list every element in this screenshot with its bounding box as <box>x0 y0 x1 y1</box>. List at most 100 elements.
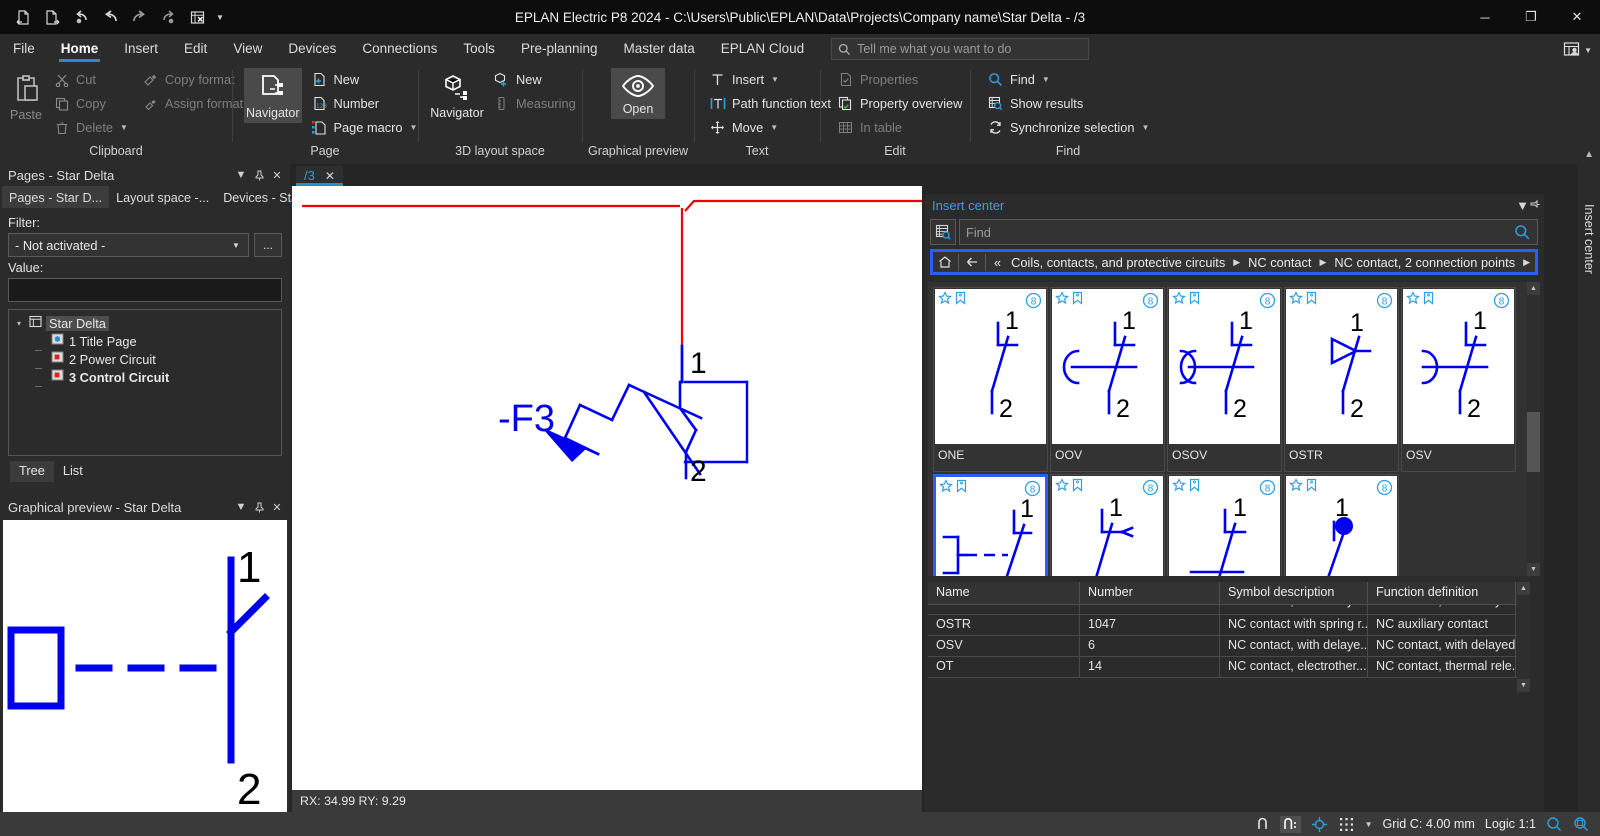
user-workspace-icon[interactable]: ▼ <box>1563 41 1592 60</box>
table-row[interactable]: OT 14 NC contact, electrother... NC cont… <box>928 657 1530 678</box>
search-settings-icon[interactable] <box>930 219 956 245</box>
document-tab[interactable]: /3 ✕ <box>296 166 343 186</box>
view-tab-tree[interactable]: Tree <box>10 461 54 482</box>
panel-menu-icon[interactable]: ▼ <box>1516 198 1529 213</box>
page-macro-button[interactable]: Page macro ▼ <box>306 116 423 139</box>
tab-devices[interactable]: Devices <box>275 38 349 62</box>
graphical-preview-canvas[interactable]: 1 2 <box>3 520 287 814</box>
property-overview-button[interactable]: Property overview <box>832 92 967 115</box>
page-back-icon[interactable] <box>10 5 36 29</box>
scroll-down-icon[interactable]: ▼ <box>1527 563 1540 576</box>
chevron-down-icon[interactable]: ▼ <box>120 123 128 132</box>
layout-navigator-button[interactable]: Navigator <box>430 68 484 123</box>
breadcrumb[interactable]: « Coils, contacts, and protective circui… <box>930 249 1538 275</box>
close-icon[interactable]: ✕ <box>325 169 335 183</box>
symbol-tile-one[interactable]: 8 1 2 ONE <box>932 287 1049 474</box>
symbol-tile-osv[interactable]: 8 1 2 OSV <box>1400 287 1517 474</box>
snap-coords-icon[interactable] <box>1279 815 1301 833</box>
chevron-down-icon[interactable]: ▼ <box>228 241 244 250</box>
insert-center-search-input[interactable]: Find <box>959 219 1538 245</box>
pin-icon[interactable] <box>250 498 268 516</box>
panel-tab-layout-space[interactable]: Layout space -... <box>109 186 217 208</box>
home-icon[interactable] <box>936 253 954 272</box>
column-header-function-definition[interactable]: Function definition <box>1368 582 1516 604</box>
redo-dot-icon[interactable] <box>155 5 181 29</box>
paste-button[interactable]: Paste <box>8 68 44 125</box>
scroll-up-icon[interactable]: ▲ <box>1527 282 1540 295</box>
crosshair-icon[interactable] <box>1311 816 1328 833</box>
insert-center-vertical-tab[interactable]: Insert center <box>1578 164 1600 812</box>
show-results-button[interactable]: Show results <box>982 92 1154 115</box>
undo-icon[interactable] <box>97 5 123 29</box>
table-close-icon[interactable] <box>184 5 210 29</box>
symbol-tile-ot[interactable]: 8 1 <box>932 474 1049 576</box>
column-header-name[interactable]: Name <box>928 582 1080 604</box>
delete-button[interactable]: Delete ▼ <box>48 116 133 139</box>
close-icon[interactable]: ✕ <box>268 166 286 184</box>
panel-tab-pages[interactable]: Pages - Star D... <box>2 186 110 208</box>
breadcrumb-overflow[interactable]: « <box>990 255 1005 270</box>
cut-button[interactable]: Cut <box>48 68 133 91</box>
tab-file[interactable]: File <box>0 38 48 62</box>
breadcrumb-item-2[interactable]: NC contact <box>1244 255 1315 270</box>
page-navigator-button[interactable]: Navigator <box>244 68 302 123</box>
tree-item-project[interactable]: ▾ Star Delta <box>13 314 281 332</box>
synchronize-selection-button[interactable]: Synchronize selection ▼ <box>982 116 1154 139</box>
scrollbar-thumb[interactable] <box>1527 412 1540 472</box>
tab-master-data[interactable]: Master data <box>611 38 708 62</box>
text-move-button[interactable]: Move ▼ <box>704 116 836 139</box>
pin-icon[interactable] <box>1529 198 1540 213</box>
page-number-button[interactable]: 123 Number <box>306 92 423 115</box>
symbol-tile-ostr[interactable]: 8 1 2 OSTR <box>1283 287 1400 474</box>
zoom-window-icon[interactable] <box>1573 816 1590 833</box>
tab-insert[interactable]: Insert <box>111 38 171 62</box>
tab-edit[interactable]: Edit <box>171 38 220 62</box>
tree-item-title-page[interactable]: 1 Title Page <box>13 332 281 351</box>
symbol-tile-o-el-2[interactable]: 8 1 2 O <box>1166 474 1283 576</box>
maximize-button[interactable]: ❐ <box>1508 0 1554 34</box>
close-icon[interactable]: ✕ <box>268 498 286 516</box>
schematic-canvas[interactable]: -F3 1 2 <box>292 186 922 790</box>
filter-dropdown[interactable]: - Not activated - ▼ <box>8 233 249 257</box>
table-row[interactable]: OSV 6 NC contact, with delaye... NC cont… <box>928 636 1530 657</box>
text-insert-button[interactable]: Insert ▼ <box>704 68 836 91</box>
undo-dot-icon[interactable] <box>68 5 94 29</box>
view-tab-list[interactable]: List <box>54 461 92 482</box>
breadcrumb-item-3[interactable]: NC contact, 2 connection points <box>1330 255 1519 270</box>
tile-grid-scrollbar[interactable]: ▲ ▼ <box>1527 282 1540 576</box>
graphical-preview-open-button[interactable]: Open <box>611 68 665 119</box>
panel-menu-icon[interactable]: ▼ <box>232 166 250 184</box>
chevron-down-icon[interactable]: ▼ <box>771 75 779 84</box>
collapse-ribbon-icon[interactable]: ▲ <box>1584 149 1594 160</box>
back-arrow-icon[interactable] <box>963 253 981 272</box>
tab-connections[interactable]: Connections <box>349 38 450 62</box>
chevron-down-icon[interactable]: ▼ <box>770 123 778 132</box>
grid-icon[interactable] <box>1338 816 1355 833</box>
tab-tools[interactable]: Tools <box>450 38 508 62</box>
chevron-right-icon[interactable]: ▶ <box>1521 257 1532 268</box>
column-header-number[interactable]: Number <box>1080 582 1220 604</box>
expand-arrow-icon[interactable]: ▾ <box>13 319 25 328</box>
value-input[interactable] <box>8 278 282 302</box>
path-function-text-button[interactable]: Path function text <box>704 92 836 115</box>
quick-access-more-icon[interactable]: ▼ <box>213 5 227 29</box>
tab-eplan-cloud[interactable]: EPLAN Cloud <box>708 38 817 62</box>
properties-button[interactable]: Properties <box>832 68 967 91</box>
snap-icon[interactable] <box>1255 817 1270 832</box>
symbol-tile-o-sp[interactable]: 8 1 2 O_S <box>1283 474 1400 576</box>
find-button[interactable]: Find ▼ <box>982 68 1154 91</box>
column-header-symbol-description[interactable]: Symbol description <box>1220 582 1368 604</box>
chevron-down-icon[interactable]: ▼ <box>1141 123 1149 132</box>
in-table-button[interactable]: In table <box>832 116 967 139</box>
table-row[interactable]: OSOV 1015 NC contact, with delayed... NC… <box>928 605 1530 615</box>
filter-settings-button[interactable]: ... <box>254 233 282 257</box>
table-scrollbar[interactable]: ▲ ▼ <box>1517 582 1530 692</box>
chevron-down-icon[interactable]: ▼ <box>1042 75 1050 84</box>
tree-item-power-circuit[interactable]: 2 Power Circuit <box>13 350 281 369</box>
symbol-tile-ove[interactable]: 8 1 2 O <box>1049 474 1166 576</box>
page-forward-icon[interactable] <box>39 5 65 29</box>
table-row[interactable]: OSTR 1047 NC contact with spring r... NC… <box>928 615 1530 636</box>
zoom-icon[interactable] <box>1546 816 1563 833</box>
minimize-button[interactable]: ─ <box>1462 0 1508 34</box>
tree-item-control-circuit[interactable]: 3 Control Circuit <box>13 368 281 387</box>
